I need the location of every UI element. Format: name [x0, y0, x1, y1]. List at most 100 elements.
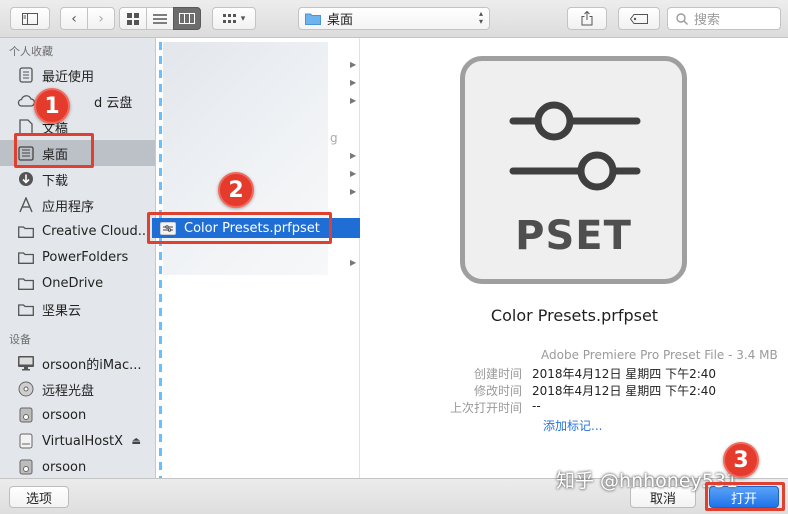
sidebar-item-label: orsoon	[42, 407, 87, 423]
drive-icon	[17, 458, 35, 476]
add-tags-link[interactable]: 添加标记...	[543, 417, 602, 434]
meta-key: 上次打开时间	[449, 401, 522, 415]
back-button[interactable]: ‹	[60, 7, 88, 30]
disclosure-arrow-icon[interactable]: ▶	[350, 258, 356, 267]
imac-icon	[17, 354, 35, 372]
tag-icon	[630, 13, 648, 24]
sidebar-item-label: 最近使用	[42, 69, 95, 85]
sidebar-item-label: d 云盘	[94, 95, 133, 111]
dashed-border	[159, 42, 162, 482]
disclosure-arrow-icon[interactable]: ▶	[350, 60, 356, 69]
sidebar-item-recents[interactable]: 最近使用	[0, 62, 155, 88]
sidebar-item-label: 应用程序	[42, 199, 95, 215]
meta-value: 2018年4月12日 星期四 下午2:40	[532, 384, 717, 398]
sidebar-item-orsoon-drive[interactable]: orsoon	[0, 402, 155, 428]
sidebar-item-virtualhostx[interactable]: VirtualHostX ⏏	[0, 428, 155, 454]
disclosure-arrow-icon[interactable]: ▶	[350, 187, 356, 196]
disclosure-arrow-icon[interactable]: ▶	[350, 78, 356, 87]
sidebar-item-label: orsoon的iMac...	[42, 357, 142, 373]
disclosure-arrow-icon[interactable]: ▶	[350, 96, 356, 105]
sidebar-item-label: orsoon	[42, 459, 87, 475]
chevron-right-icon: ›	[98, 10, 104, 27]
list-view-button[interactable]	[146, 7, 174, 30]
icloud-icon	[17, 92, 35, 110]
chevron-down-icon: ▾	[240, 13, 246, 24]
highlight-box-open	[705, 482, 785, 511]
eject-icon[interactable]: ⏏	[132, 436, 141, 447]
column-view-button[interactable]	[173, 7, 201, 30]
sidebar-item-powerfolders[interactable]: PowerFolders	[0, 244, 155, 270]
sidebar-item-imac[interactable]: orsoon的iMac...	[0, 350, 155, 376]
sidebar-item-downloads[interactable]: 下载	[0, 166, 155, 192]
arrange-menu-button[interactable]: ▾	[212, 7, 256, 30]
sidebar-item-label: Creative Cloud...	[42, 223, 151, 239]
favorites-header: 个人收藏	[9, 45, 53, 58]
meta-created: 创建时间 2018年4月12日 星期四 下午2:40	[361, 365, 716, 381]
options-button[interactable]: 选项	[9, 486, 69, 508]
step-badge-3: 3	[723, 442, 759, 478]
sidebar-item-label: VirtualHostX	[42, 433, 123, 449]
sidebar-item-jianguoyun[interactable]: 坚果云	[0, 296, 155, 322]
icon-label: PSET	[515, 213, 632, 259]
meta-last-opened: 上次打开时间 --	[361, 399, 541, 415]
meta-key: 修改时间	[473, 384, 522, 398]
sidebar-item-label: OneDrive	[42, 275, 104, 291]
view-mode-buttons	[119, 7, 201, 30]
disc-icon	[17, 380, 35, 398]
grid-icon	[127, 12, 139, 25]
disclosure-arrow-icon[interactable]: ▶	[350, 169, 356, 178]
forward-button[interactable]: ›	[87, 7, 115, 30]
sidebar-item-remote-disc[interactable]: 远程光盘	[0, 376, 155, 402]
folder-icon	[17, 248, 35, 266]
drive-icon	[17, 406, 35, 424]
folder-icon	[17, 222, 35, 240]
recents-icon	[17, 66, 35, 84]
folder-icon	[17, 300, 35, 318]
file-kind-size: Adobe Premiere Pro Preset File - 3.4 MB	[541, 348, 778, 362]
location-label: 桌面	[327, 13, 354, 28]
sidebar-item-creative-cloud[interactable]: Creative Cloud...	[0, 218, 155, 244]
sidebar-item-label: PowerFolders	[42, 249, 129, 265]
navigation-buttons: ‹ ›	[60, 7, 115, 30]
sidebar-item-label: 下载	[42, 173, 69, 189]
preview-pane: PSET Color Presets.prfpset Adobe Premier…	[361, 38, 788, 478]
sliders-icon	[509, 101, 641, 191]
sidebar-item-applications[interactable]: 应用程序	[0, 192, 155, 218]
meta-value: --	[532, 399, 541, 413]
meta-key: 创建时间	[473, 367, 522, 381]
drive-icon	[17, 432, 35, 450]
sidebar-item-orsoon-drive-2[interactable]: orsoon	[0, 454, 155, 478]
sidebar: 个人收藏 最近使用 d 云盘 文稿 桌面 下载 应用程序 Creative Cl…	[0, 38, 156, 478]
sidebar-item-icloud[interactable]: d 云盘	[0, 88, 155, 114]
search-icon	[676, 12, 688, 25]
toolbar: ‹ › ▾ 桌面 ▴ ▾ 搜索	[0, 0, 788, 38]
folder-icon	[17, 274, 35, 292]
devices-header: 设备	[9, 333, 31, 346]
file-column[interactable]: ▶ ▶ ▶ ▶ ▶ ▶ ▶	[157, 38, 360, 482]
disclosure-arrow-icon[interactable]: ▶	[350, 151, 356, 160]
highlight-box-file	[147, 212, 332, 244]
arrange-grid-icon	[222, 13, 236, 23]
sidebar-item-label: 坚果云	[42, 303, 82, 319]
partial-item-text: g	[330, 131, 338, 145]
sidebar-toggle-button[interactable]	[10, 7, 50, 30]
sidebar-item-label: 远程光盘	[42, 383, 95, 399]
step-badge-2: 2	[218, 172, 254, 208]
search-field[interactable]: 搜索	[667, 7, 781, 30]
icon-view-button[interactable]	[119, 7, 147, 30]
folder-icon	[305, 13, 321, 25]
sidebar-icon	[22, 12, 38, 25]
columns-icon	[179, 13, 195, 24]
share-button[interactable]	[567, 7, 607, 30]
search-placeholder: 搜索	[694, 13, 721, 28]
location-popup[interactable]: 桌面 ▴ ▾	[298, 7, 490, 30]
applications-icon	[17, 196, 35, 214]
sidebar-item-onedrive[interactable]: OneDrive	[0, 270, 155, 296]
tag-button[interactable]	[618, 7, 660, 30]
chevron-left-icon: ‹	[71, 10, 77, 27]
step-badge-1: 1	[34, 88, 70, 124]
meta-modified: 修改时间 2018年4月12日 星期四 下午2:40	[361, 382, 716, 398]
pset-file-icon: PSET	[460, 56, 687, 284]
list-icon	[153, 13, 167, 24]
share-icon	[581, 11, 593, 26]
